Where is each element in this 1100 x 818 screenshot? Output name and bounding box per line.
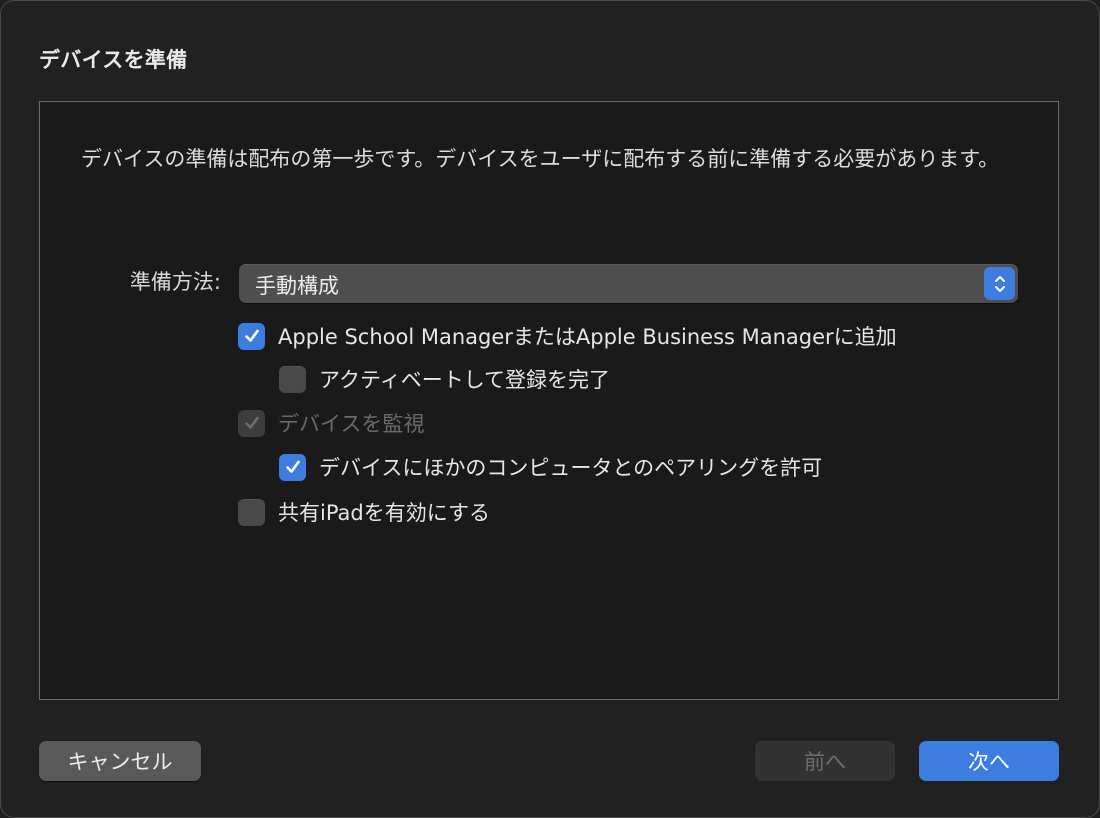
up-down-chevron-icon [984,267,1015,300]
checkmark-icon [244,329,259,342]
checkbox-allow-pairing[interactable] [279,453,306,481]
option-add-to-school-business-manager[interactable]: Apple School ManagerまたはApple Business Ma… [238,321,897,351]
dialog-title: デバイスを準備 [39,48,188,72]
option-activate-and-complete-enrollment[interactable]: アクティベートして登録を完了 [279,364,610,394]
option-label: デバイスを監視 [278,412,425,436]
option-label: 共有iPadを有効にする [278,501,490,525]
checkbox-shared-ipad[interactable] [238,498,265,526]
description-text: デバイスの準備は配布の第一歩です。デバイスをユーザに配布する前に準備する必要があ… [81,147,1000,171]
method-popup-button[interactable]: 手動構成 [239,264,1018,303]
checkmark-icon [244,416,259,429]
option-label: Apple School ManagerまたはApple Business Ma… [278,325,897,349]
option-enable-shared-ipad[interactable]: 共有iPadを有効にする [238,497,490,527]
cancel-button[interactable]: キャンセル [39,741,201,781]
method-popup-value: 手動構成 [255,274,339,298]
checkmark-icon [285,460,300,473]
prepare-devices-dialog: デバイスを準備 デバイスの準備は配布の第一歩です。デバイスをユーザに配布する前に… [0,0,1100,818]
option-label: デバイスにほかのコンピュータとのペアリングを許可 [319,456,823,480]
next-button[interactable]: 次へ [919,741,1059,781]
back-button: 前へ [755,741,895,781]
option-label: アクティベートして登録を完了 [319,368,611,392]
method-label: 準備方法: [129,270,221,294]
checkbox-supervise-devices [238,409,265,437]
option-supervise-devices: デバイスを監視 [238,408,424,438]
checkbox-add-to-manager[interactable] [238,322,265,350]
option-allow-pairing[interactable]: デバイスにほかのコンピュータとのペアリングを許可 [279,452,822,482]
checkbox-activate-enrollment[interactable] [279,365,306,393]
content-panel: デバイスの準備は配布の第一歩です。デバイスをユーザに配布する前に準備する必要があ… [39,101,1059,700]
